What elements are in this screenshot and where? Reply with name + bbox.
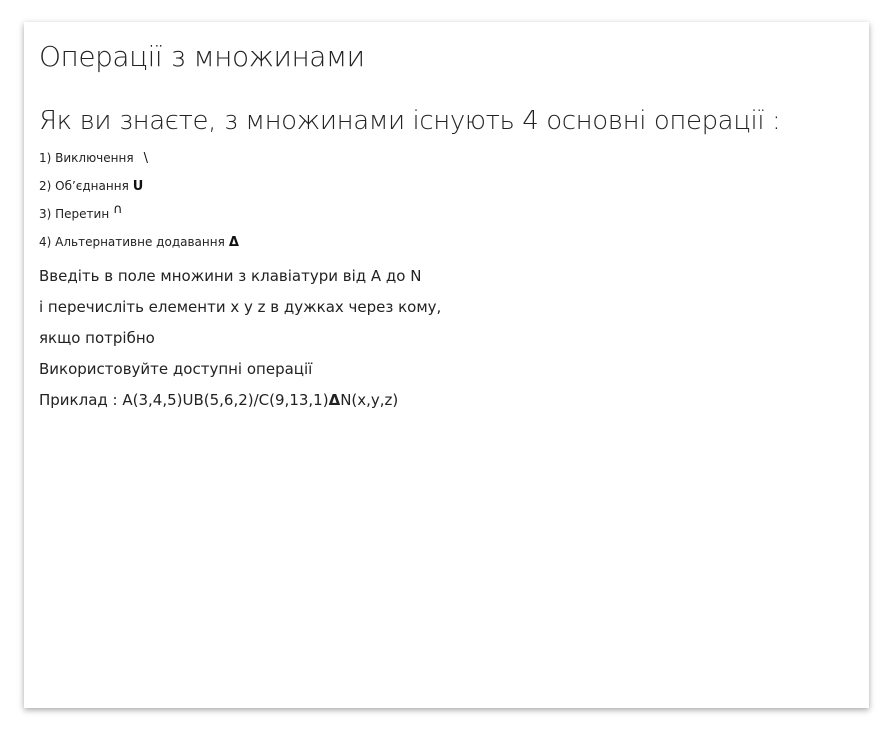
list-item: 1) Виключення \ — [39, 148, 239, 176]
example-suffix: N(x,y,z) — [340, 391, 399, 409]
list-item: 4) Альтернативне додавання Δ — [39, 232, 239, 260]
instruction-line: Використовуйте доступні операції — [39, 360, 313, 378]
instruction-line: Введіть в поле множини з клавіатури від … — [39, 267, 422, 285]
union-symbol: U — [132, 179, 144, 194]
intersection-symbol: ∩ — [113, 202, 123, 217]
symmetric-difference-symbol: Δ — [228, 235, 239, 250]
operation-label: 1) Виключення — [39, 151, 134, 165]
instruction-line: і перечисліть елементи x y z в дужках че… — [39, 298, 442, 316]
difference-symbol: \ — [143, 151, 148, 166]
list-item: 2) Об’єднання U — [39, 176, 239, 204]
instructions-block: Введіть в поле множини з клавіатури від … — [39, 264, 441, 419]
operation-label: 4) Альтернативне додавання — [39, 235, 225, 249]
page-subtitle: Як ви знаєте, з множинами існують 4 осно… — [39, 106, 781, 136]
list-item: 3) Перетин ∩ — [39, 202, 239, 232]
example-line: Приклад : A(3,4,5)UB(5,6,2)/C(9,13,1)ΔN(… — [39, 388, 441, 419]
instruction-line: якщо потрібно — [39, 329, 155, 347]
operation-label: 2) Об’єднання — [39, 179, 129, 193]
example-prefix: Приклад : A(3,4,5)UB(5,6,2)/C(9,13,1) — [39, 391, 329, 409]
page-title: Операції з множинами — [39, 40, 365, 73]
operations-list: 1) Виключення \ 2) Об’єднання U 3) Перетин… — [39, 148, 239, 260]
operation-label: 3) Перетин — [39, 207, 110, 221]
content-card: Операції з множинами Як ви знаєте, з мно… — [24, 22, 869, 708]
symmetric-difference-symbol: Δ — [328, 391, 341, 409]
